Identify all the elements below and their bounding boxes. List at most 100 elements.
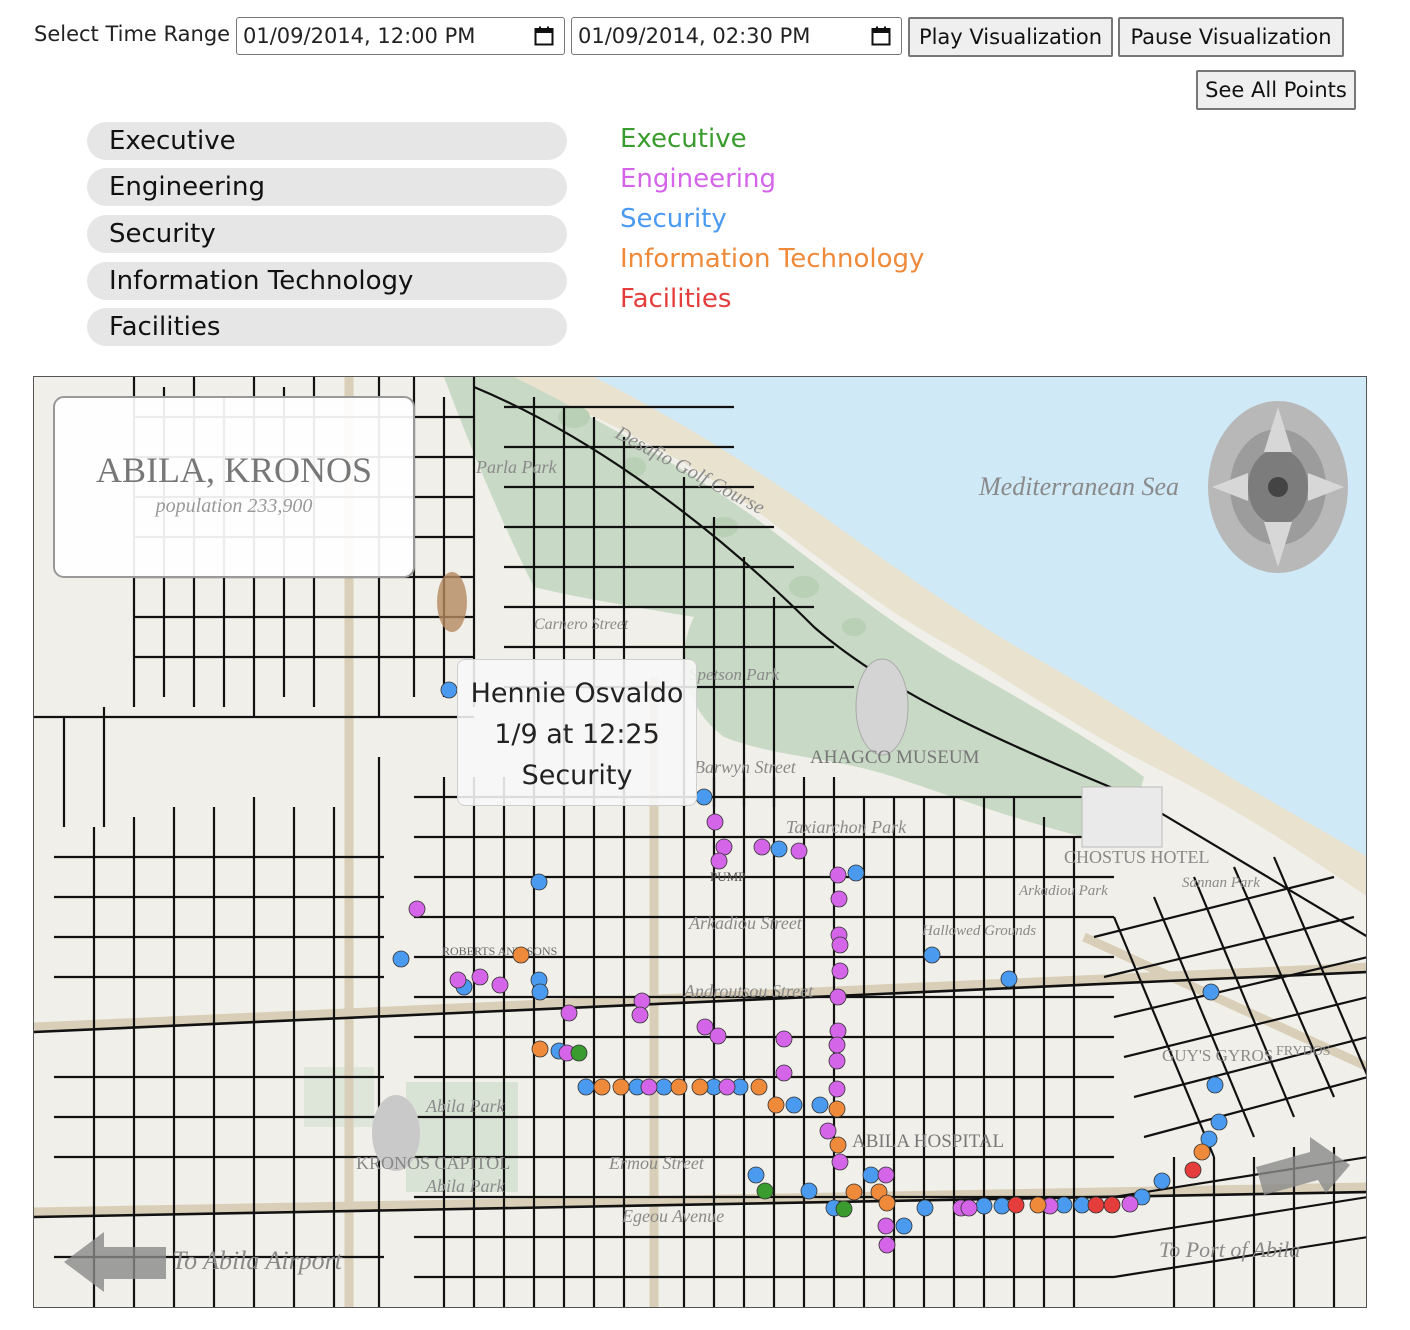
- gps-point[interactable]: [1007, 1196, 1025, 1214]
- gps-point[interactable]: [1073, 1196, 1091, 1214]
- gps-point[interactable]: [695, 788, 713, 806]
- gps-point[interactable]: [408, 900, 426, 918]
- gps-point[interactable]: [831, 962, 849, 980]
- gps-point[interactable]: [1153, 1172, 1171, 1190]
- gps-point[interactable]: [828, 1080, 846, 1098]
- gps-point[interactable]: [831, 936, 849, 954]
- gps-point[interactable]: [878, 1194, 896, 1212]
- gps-point[interactable]: [718, 1078, 736, 1096]
- gps-point[interactable]: [440, 681, 458, 699]
- gps-point[interactable]: [775, 1030, 793, 1048]
- city-map[interactable]: ABILA, KRONOS population 233,900 Desafio…: [33, 376, 1367, 1308]
- gps-point[interactable]: [819, 1122, 837, 1140]
- gps-point[interactable]: [612, 1078, 630, 1096]
- gps-point[interactable]: [670, 1078, 688, 1096]
- calendar-icon[interactable]: [871, 26, 891, 46]
- gps-point[interactable]: [1184, 1161, 1202, 1179]
- calendar-icon[interactable]: [534, 26, 554, 46]
- gps-point[interactable]: [753, 838, 771, 856]
- start-datetime-input[interactable]: 01/09/2014, 12:00 PM: [236, 17, 565, 55]
- end-datetime-input[interactable]: 01/09/2014, 02:30 PM: [571, 17, 902, 55]
- gps-point[interactable]: [877, 1217, 895, 1235]
- gps-point[interactable]: [1087, 1196, 1105, 1214]
- gps-point[interactable]: [750, 1078, 768, 1096]
- see-all-points-button[interactable]: See All Points: [1196, 70, 1356, 110]
- gps-point[interactable]: [655, 1078, 673, 1096]
- gps-point[interactable]: [471, 968, 489, 986]
- gps-point[interactable]: [747, 1166, 765, 1184]
- gps-point[interactable]: [828, 1036, 846, 1054]
- gps-point[interactable]: [895, 1217, 913, 1235]
- gps-point[interactable]: [1103, 1196, 1121, 1214]
- filter-facilities[interactable]: Facilities: [87, 308, 567, 346]
- gps-point[interactable]: [862, 1166, 880, 1184]
- tooltip-timestamp: 1/9 at 12:25: [494, 719, 660, 750]
- gps-point[interactable]: [756, 1182, 774, 1200]
- gps-point[interactable]: [975, 1197, 993, 1215]
- gps-point[interactable]: [1202, 983, 1220, 1001]
- gps-point[interactable]: [560, 1004, 578, 1022]
- gps-point[interactable]: [878, 1236, 896, 1254]
- gps-point[interactable]: [691, 1078, 709, 1096]
- androutsou-street-label: Androutsou Street: [683, 981, 814, 1001]
- gps-point[interactable]: [785, 1096, 803, 1114]
- gps-point[interactable]: [577, 1078, 595, 1096]
- gps-point[interactable]: [633, 992, 651, 1010]
- gps-point[interactable]: [1206, 1076, 1224, 1094]
- gps-point[interactable]: [512, 946, 530, 964]
- gps-point[interactable]: [877, 1166, 895, 1184]
- gps-point[interactable]: [829, 988, 847, 1006]
- gps-point[interactable]: [530, 873, 548, 891]
- compass-icon[interactable]: [1208, 401, 1348, 573]
- gps-point[interactable]: [1055, 1196, 1073, 1214]
- gps-point[interactable]: [831, 1153, 849, 1171]
- gps-point[interactable]: [835, 1200, 853, 1218]
- gps-point[interactable]: [449, 971, 467, 989]
- gps-point[interactable]: [570, 1044, 588, 1062]
- sea-label: Mediterranean Sea: [978, 472, 1179, 501]
- gps-point[interactable]: [829, 866, 847, 884]
- gps-point[interactable]: [828, 1052, 846, 1070]
- gps-point[interactable]: [767, 1096, 785, 1114]
- gps-point[interactable]: [640, 1078, 658, 1096]
- legend-facilities: Facilities: [620, 284, 732, 314]
- gps-point[interactable]: [706, 813, 724, 831]
- gps-point[interactable]: [916, 1199, 934, 1217]
- play-visualization-button[interactable]: Play Visualization: [908, 17, 1113, 57]
- gps-point[interactable]: [790, 842, 808, 860]
- gps-point[interactable]: [710, 852, 728, 870]
- gps-point[interactable]: [993, 1197, 1011, 1215]
- pause-visualization-button[interactable]: Pause Visualization: [1118, 17, 1344, 57]
- gps-point[interactable]: [531, 1040, 549, 1058]
- gps-point[interactable]: [1000, 970, 1018, 988]
- gps-point[interactable]: [770, 840, 788, 858]
- gps-point[interactable]: [392, 950, 410, 968]
- gps-point[interactable]: [800, 1182, 818, 1200]
- gps-point[interactable]: [830, 890, 848, 908]
- gps-point[interactable]: [811, 1096, 829, 1114]
- gps-point[interactable]: [845, 1183, 863, 1201]
- filter-engineering[interactable]: Engineering: [87, 168, 567, 206]
- filter-executive[interactable]: Executive: [87, 122, 567, 160]
- gps-point[interactable]: [631, 1006, 649, 1024]
- gps-point[interactable]: [1210, 1113, 1228, 1131]
- gps-point[interactable]: [709, 1027, 727, 1045]
- gps-point[interactable]: [829, 1136, 847, 1154]
- filter-security[interactable]: Security: [87, 215, 567, 253]
- gps-point[interactable]: [847, 864, 865, 882]
- gps-point[interactable]: [923, 946, 941, 964]
- tooltip-employee-name: Hennie Osvaldo: [470, 678, 684, 709]
- gps-point[interactable]: [531, 983, 549, 1001]
- gps-point[interactable]: [1121, 1195, 1139, 1213]
- gps-point[interactable]: [1193, 1143, 1211, 1161]
- gps-point[interactable]: [775, 1064, 793, 1082]
- gps-point[interactable]: [828, 1100, 846, 1118]
- filter-information-technology[interactable]: Information Technology: [87, 262, 567, 300]
- gps-point[interactable]: [593, 1078, 611, 1096]
- gps-point[interactable]: [1029, 1196, 1047, 1214]
- gps-point[interactable]: [960, 1199, 978, 1217]
- gps-point[interactable]: [829, 1022, 847, 1040]
- arrow-left-icon[interactable]: [64, 1232, 166, 1292]
- gps-point[interactable]: [715, 838, 733, 856]
- gps-point[interactable]: [491, 976, 509, 994]
